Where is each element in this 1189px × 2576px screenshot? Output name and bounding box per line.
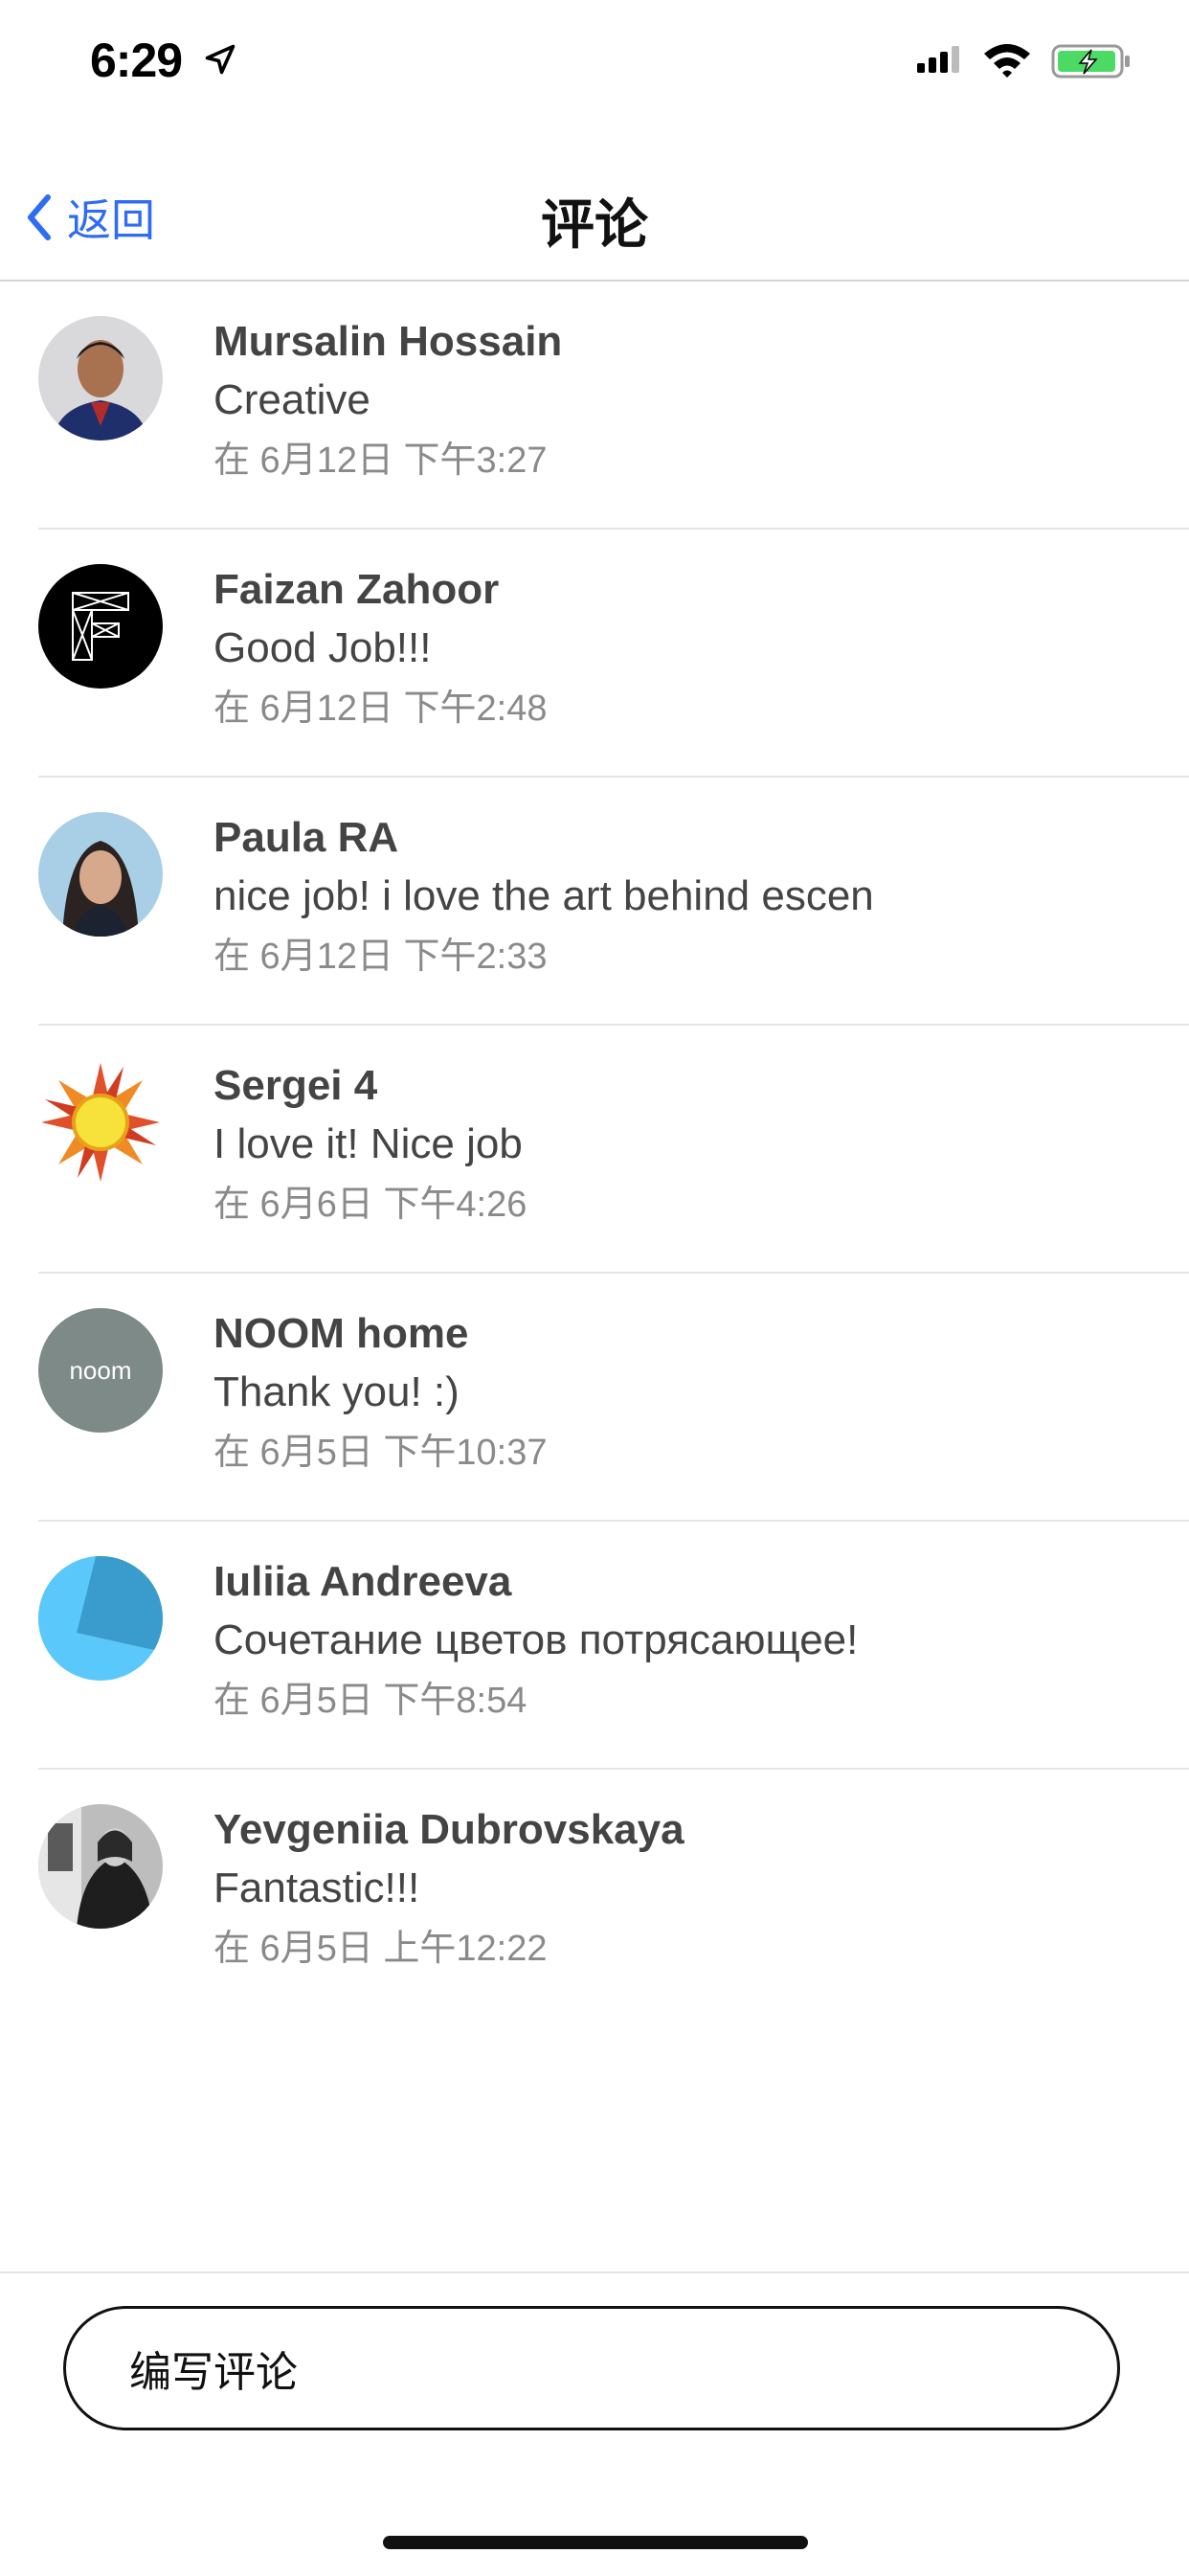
avatar[interactable] (38, 316, 163, 441)
comment-item[interactable]: Mursalin Hossain Creative 在 6月12日 下午3:27 (38, 282, 1189, 530)
comment-text: Creative (213, 376, 370, 423)
comment-timestamp: 在 6月5日 下午10:37 (213, 1433, 548, 1473)
comment-timestamp: 在 6月12日 下午2:48 (213, 689, 548, 729)
comment-timestamp: 在 6月5日 下午8:54 (213, 1681, 527, 1721)
comment-input-placeholder: 编写评论 (129, 2349, 298, 2396)
comment-author[interactable]: Mursalin Hossain (213, 314, 1170, 370)
home-indicator[interactable] (383, 2536, 808, 2549)
comment-timestamp: 在 6月5日 上午12:22 (213, 1929, 548, 1969)
avatar-logo-text: noom (69, 1356, 131, 1385)
comment-text: nice job! i love the art behind escen (213, 872, 874, 919)
comment-item[interactable]: Faizan Zahoor Good Job!!! 在 6月12日 下午2:48 (38, 530, 1189, 778)
status-time: 6:29 (90, 34, 183, 87)
navigation-bar: 返回 评论 (0, 153, 1189, 282)
avatar[interactable] (38, 812, 163, 937)
comment-composer: 编写评论 (0, 2271, 1189, 2576)
comment-item[interactable]: noom NOOM home Thank you! :) 在 6月5日 下午10… (38, 1274, 1189, 1522)
user-photo-avatar-icon (38, 316, 163, 441)
user-photo-avatar-icon (38, 1804, 163, 1929)
avatar[interactable] (38, 1804, 163, 1929)
comment-item[interactable]: Sergei 4 I love it! Nice job 在 6月6日 下午4:… (38, 1026, 1189, 1274)
avatar[interactable] (38, 1060, 163, 1185)
noom-logo-avatar-icon: noom (38, 1308, 163, 1433)
status-bar: 6:29 (0, 0, 1189, 124)
page-title: 评论 (541, 194, 648, 255)
cellular-signal-icon (917, 46, 959, 73)
comment-author[interactable]: Faizan Zahoor (213, 562, 1170, 618)
user-photo-avatar-icon (38, 812, 163, 937)
comment-author[interactable]: Yevgeniia Dubrovskaya (213, 1802, 1170, 1858)
comment-author[interactable]: Sergei 4 (213, 1058, 1170, 1114)
comment-text: Сочетание цветов потрясающее! (213, 1616, 859, 1663)
comment-input[interactable]: 编写评论 (63, 2306, 1120, 2430)
avatar[interactable] (38, 1556, 163, 1681)
comment-timestamp: 在 6月12日 下午2:33 (213, 937, 548, 977)
abstract-shape-avatar-icon (38, 1556, 163, 1681)
comment-timestamp: 在 6月12日 下午3:27 (213, 441, 548, 481)
comment-author[interactable]: NOOM home (213, 1306, 1170, 1362)
letter-f-logo-avatar-icon (38, 564, 163, 689)
comment-text: Good Job!!! (213, 624, 432, 671)
comment-author[interactable]: Paula RA (213, 810, 1170, 866)
comment-item[interactable]: Paula RA nice job! i love the art behind… (38, 778, 1189, 1026)
comment-text: Thank you! :) (213, 1368, 460, 1415)
comment-text: Fantastic!!! (213, 1864, 420, 1911)
comment-text: I love it! Nice job (213, 1120, 523, 1167)
battery-charging-icon (1051, 44, 1130, 79)
comment-author[interactable]: Iuliia Andreeva (213, 1554, 1170, 1610)
comment-list: Mursalin Hossain Creative 在 6月12日 下午3:27… (0, 282, 1189, 2016)
wifi-icon (984, 44, 1030, 78)
sun-avatar-icon (38, 1060, 163, 1185)
comment-item[interactable]: Yevgeniia Dubrovskaya Fantastic!!! 在 6月5… (38, 1770, 1189, 2016)
avatar[interactable]: noom (38, 1308, 163, 1433)
avatar[interactable] (38, 564, 163, 689)
comment-timestamp: 在 6月6日 下午4:26 (213, 1185, 527, 1225)
location-arrow-icon (205, 44, 236, 75)
comment-item[interactable]: Iuliia Andreeva Сочетание цветов потряса… (38, 1522, 1189, 1770)
